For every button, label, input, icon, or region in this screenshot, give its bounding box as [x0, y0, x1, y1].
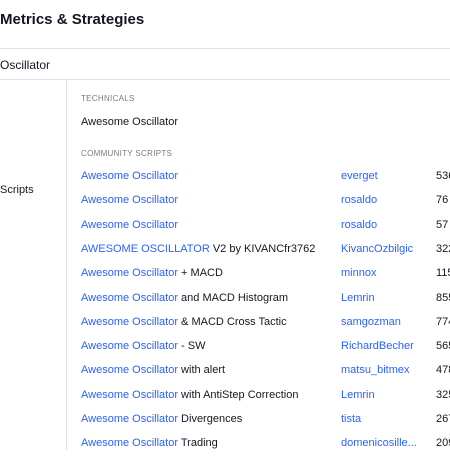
likes-count: 209: [436, 437, 450, 450]
script-name[interactable]: Awesome Oscillator - SW: [81, 340, 206, 352]
script-name-rest: with AntiStep Correction: [178, 388, 299, 401]
likes-count: 325: [436, 388, 450, 401]
likes-count: 774: [436, 315, 450, 328]
script-name[interactable]: Awesome Oscillator: [81, 116, 178, 128]
likes-count: 267: [436, 413, 450, 425]
author-link[interactable]: minnox: [341, 267, 376, 279]
dialog-title: Metrics & Strategies: [0, 11, 145, 28]
search-input[interactable]: Oscillator: [0, 58, 50, 72]
script-name[interactable]: Awesome Oscillator: [81, 170, 178, 182]
author-link[interactable]: Lemrin: [341, 292, 375, 304]
script-name-highlight: Awesome Oscillator: [81, 291, 178, 304]
script-name[interactable]: Awesome Oscillator with AntiStep Correct…: [81, 389, 298, 401]
author-link[interactable]: Lemrin: [341, 389, 375, 401]
search-divider: [0, 79, 450, 80]
script-name-highlight: Awesome Oscillator: [81, 170, 178, 182]
table-row[interactable]: Awesome Oscillator - SW RichardBecher 565: [0, 340, 450, 360]
script-name[interactable]: Awesome Oscillator Divergences: [81, 413, 242, 425]
table-row[interactable]: Awesome Oscillator with alert matsu_bitme…: [0, 364, 450, 384]
likes-count: 76: [436, 194, 449, 207]
script-name-rest: with alert: [178, 364, 226, 377]
script-name-rest: - SW: [178, 340, 206, 353]
script-name-rest: + MACD: [178, 267, 223, 280]
likes-count: 855: [436, 291, 450, 304]
script-name-highlight: Awesome Oscillator: [81, 413, 178, 425]
likes-count: 322: [436, 242, 450, 255]
author-link[interactable]: matsu_bitmex: [341, 364, 409, 376]
technical-row[interactable]: Awesome Oscillator: [0, 116, 450, 136]
author-link[interactable]: KivancOzbilgic: [341, 243, 413, 255]
script-name-highlight: Awesome Oscillator: [81, 194, 178, 207]
script-name[interactable]: Awesome Oscillator: [81, 219, 178, 231]
script-name-highlight: Awesome Oscillator: [81, 315, 178, 328]
table-row[interactable]: Awesome Oscillator everget 536: [0, 170, 450, 190]
script-name-highlight: Awesome Oscillator: [81, 388, 178, 401]
section-label-technicals: TECHNICALS: [81, 94, 135, 103]
author-link[interactable]: rosaldo: [341, 219, 377, 231]
section-label-community: COMMUNITY SCRIPTS: [81, 149, 173, 158]
author-link[interactable]: tista: [341, 413, 361, 425]
table-row[interactable]: Awesome Oscillator & MACD Cross Tactic sa…: [0, 316, 450, 336]
author-link[interactable]: everget: [341, 170, 378, 182]
table-row[interactable]: Awesome Oscillator rosaldo 76: [0, 194, 450, 214]
script-name-rest: Trading: [178, 437, 218, 450]
author-link[interactable]: samgozman: [341, 316, 401, 328]
script-name-highlight: Awesome Oscillator: [81, 218, 178, 231]
script-name-highlight: AWESOME OSCILLATOR: [81, 242, 210, 255]
header-divider: [0, 48, 450, 49]
table-row[interactable]: Awesome Oscillator rosaldo 57: [0, 219, 450, 239]
script-name-rest: & MACD Cross Tactic: [178, 315, 287, 328]
script-name[interactable]: Awesome Oscillator Trading: [81, 437, 218, 449]
table-row[interactable]: Awesome Oscillator and MACD Histogram Lem…: [0, 292, 450, 312]
likes-count: 57: [436, 218, 449, 231]
script-name-highlight: Awesome Oscillator: [81, 437, 178, 450]
script-name[interactable]: AWESOME OSCILLATOR V2 by KIVANCfr3762: [81, 243, 315, 255]
likes-count: 565: [436, 340, 450, 353]
script-name-highlight: Awesome Oscillator: [81, 340, 178, 353]
table-row[interactable]: Awesome Oscillator Divergences tista 267: [0, 413, 450, 433]
script-name-highlight: Awesome Oscillator: [81, 267, 178, 280]
script-name-rest: and MACD Histogram: [178, 291, 289, 304]
script-name[interactable]: Awesome Oscillator: [81, 194, 178, 206]
likes-count: 536: [436, 170, 450, 182]
script-name[interactable]: Awesome Oscillator & MACD Cross Tactic: [81, 316, 287, 328]
script-name-rest: V2 by KIVANCfr3762: [209, 242, 316, 255]
author-link[interactable]: rosaldo: [341, 194, 377, 206]
script-name[interactable]: Awesome Oscillator and MACD Histogram: [81, 292, 288, 304]
script-name-highlight: Awesome Oscillator: [81, 364, 178, 377]
script-name-rest: Divergences: [178, 413, 243, 425]
likes-count: 478: [436, 364, 450, 377]
table-row[interactable]: AWESOME OSCILLATOR V2 by KIVANCfr3762 Kiv…: [0, 243, 450, 263]
table-row[interactable]: Awesome Oscillator + MACD minnox 115: [0, 267, 450, 287]
likes-count: 115: [436, 267, 450, 280]
script-name[interactable]: Awesome Oscillator + MACD: [81, 267, 223, 279]
table-row[interactable]: Awesome Oscillator Trading domenicosille.…: [0, 437, 450, 457]
table-row[interactable]: Awesome Oscillator with AntiStep Correct…: [0, 389, 450, 409]
author-link[interactable]: domenicosille...: [341, 437, 417, 449]
script-name[interactable]: Awesome Oscillator with alert: [81, 364, 225, 376]
author-link[interactable]: RichardBecher: [341, 340, 414, 352]
